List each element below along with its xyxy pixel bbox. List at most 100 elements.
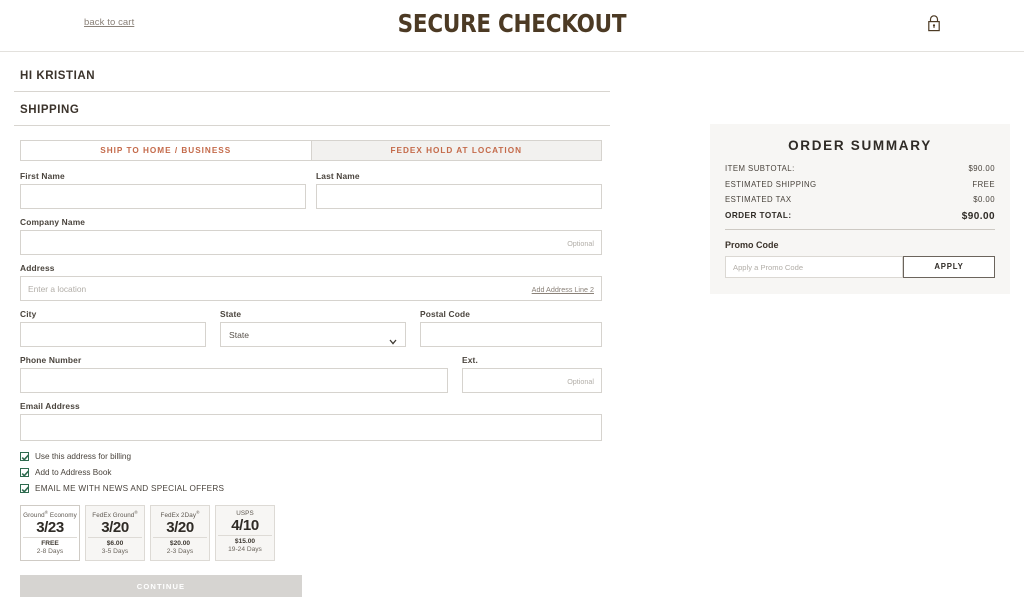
state-label: State bbox=[220, 309, 406, 319]
promo-code-label: Promo Code bbox=[725, 240, 995, 250]
page-title: SECURE CHECKOUT bbox=[72, 9, 953, 38]
email-row: Email Address bbox=[20, 401, 602, 441]
chevron-down-icon bbox=[389, 332, 396, 337]
shipping-option-ground-economy[interactable]: Ground® Economy 3/23 FREE 2-8 Days bbox=[20, 505, 80, 561]
shipping-option-date: 3/23 bbox=[23, 519, 77, 536]
shipping-option-days: 2-3 Days bbox=[153, 548, 207, 555]
shipping-option-carrier: FedEx Ground® bbox=[88, 510, 142, 519]
tab-fedex-hold-at-location[interactable]: FEDEX HOLD AT LOCATION bbox=[311, 140, 603, 161]
city-label: City bbox=[20, 309, 206, 319]
company-name-input[interactable]: Optional bbox=[20, 230, 602, 255]
city-field: City bbox=[20, 309, 206, 347]
summary-label: ESTIMATED SHIPPING bbox=[725, 180, 817, 189]
ext-optional-hint: Optional bbox=[567, 377, 594, 386]
summary-amount-total: $90.00 bbox=[962, 211, 995, 222]
city-state-zip-row: City State State Postal Code bbox=[20, 309, 602, 347]
address-label: Address bbox=[20, 263, 602, 273]
phone-number-input[interactable] bbox=[20, 368, 448, 393]
shipping-option-carrier: FedEx 2Day® bbox=[153, 510, 207, 519]
state-select[interactable]: State bbox=[220, 322, 406, 347]
company-name-label: Company Name bbox=[20, 217, 602, 227]
shipping-option-days: 2-8 Days bbox=[23, 548, 77, 555]
email-address-input[interactable] bbox=[20, 414, 602, 441]
add-address-line-2-link[interactable]: Add Address Line 2 bbox=[532, 285, 594, 294]
checkbox-label-address-book: Add to Address Book bbox=[35, 468, 111, 477]
first-name-input[interactable] bbox=[20, 184, 306, 209]
checkout-body: HI KRISTIAN SHIPPING SHIP TO HOME / BUSI… bbox=[0, 52, 1024, 603]
shipping-option-days: 3-5 Days bbox=[88, 548, 142, 555]
postal-code-label: Postal Code bbox=[420, 309, 602, 319]
checkmark-icon bbox=[20, 484, 29, 493]
checkout-left-column: HI KRISTIAN SHIPPING SHIP TO HOME / BUSI… bbox=[14, 68, 610, 603]
company-name-field: Company Name Optional bbox=[20, 217, 602, 255]
shipping-option-days: 19-24 Days bbox=[218, 546, 272, 553]
tab-ship-to-home[interactable]: SHIP TO HOME / BUSINESS bbox=[20, 140, 311, 161]
carrier-name: FedEx Ground bbox=[92, 512, 134, 519]
address-input[interactable]: Enter a location Add Address Line 2 bbox=[20, 276, 602, 301]
order-summary-panel: ORDER SUMMARY ITEM SUBTOTAL: $90.00 ESTI… bbox=[710, 124, 1010, 294]
address-field: Address Enter a location Add Address Lin… bbox=[20, 263, 602, 301]
shipping-option-price: $6.00 bbox=[88, 537, 142, 547]
shipping-option-carrier: Ground® Economy bbox=[23, 510, 77, 519]
address-placeholder: Enter a location bbox=[28, 284, 86, 294]
summary-amount: FREE bbox=[972, 180, 995, 189]
state-field: State State bbox=[220, 309, 406, 347]
order-summary-title: ORDER SUMMARY bbox=[725, 138, 995, 153]
company-name-optional-hint: Optional bbox=[567, 239, 594, 248]
summary-amount: $0.00 bbox=[973, 195, 995, 204]
ext-input[interactable]: Optional bbox=[462, 368, 602, 393]
checkbox-label-billing: Use this address for billing bbox=[35, 452, 131, 461]
summary-row-estimated-tax: ESTIMATED TAX $0.00 bbox=[725, 195, 995, 204]
phone-number-field: Phone Number bbox=[20, 355, 448, 393]
checkbox-add-to-address-book[interactable]: Add to Address Book bbox=[20, 468, 610, 477]
ext-field: Ext. Optional bbox=[462, 355, 602, 393]
summary-label-total: ORDER TOTAL: bbox=[725, 211, 792, 222]
company-row: Company Name Optional bbox=[20, 217, 602, 255]
summary-label: ESTIMATED TAX bbox=[725, 195, 792, 204]
postal-code-input[interactable] bbox=[420, 322, 602, 347]
postal-code-field: Postal Code bbox=[420, 309, 602, 347]
shipping-option-fedex-2day[interactable]: FedEx 2Day® 3/20 $20.00 2-3 Days bbox=[150, 505, 210, 561]
shipping-option-date: 3/20 bbox=[88, 519, 142, 536]
carrier-suffix: Economy bbox=[48, 512, 77, 519]
shipping-option-fedex-ground[interactable]: FedEx Ground® 3/20 $6.00 3-5 Days bbox=[85, 505, 145, 561]
shipping-section-heading: SHIPPING bbox=[14, 92, 610, 126]
summary-row-estimated-shipping: ESTIMATED SHIPPING FREE bbox=[725, 180, 995, 189]
promo-code-row: Apply a Promo Code APPLY bbox=[725, 256, 995, 278]
ext-label: Ext. bbox=[462, 355, 602, 365]
city-input[interactable] bbox=[20, 322, 206, 347]
shipping-method-tabs: SHIP TO HOME / BUSINESS FEDEX HOLD AT LO… bbox=[20, 140, 602, 161]
shipping-option-date: 4/10 bbox=[218, 517, 272, 534]
state-selected-value: State bbox=[229, 330, 249, 340]
promo-code-input[interactable]: Apply a Promo Code bbox=[725, 256, 903, 278]
registered-mark-icon: ® bbox=[134, 510, 137, 515]
carrier-name: Ground bbox=[23, 512, 45, 519]
continue-button[interactable]: CONTINUE bbox=[20, 575, 302, 597]
checkmark-icon bbox=[20, 468, 29, 477]
shipping-option-date: 3/20 bbox=[153, 519, 207, 536]
checkbox-email-offers[interactable]: EMAIL ME WITH NEWS AND SPECIAL OFFERS bbox=[20, 484, 610, 493]
carrier-name: FedEx 2Day bbox=[161, 512, 197, 519]
email-address-label: Email Address bbox=[20, 401, 602, 411]
checkmark-icon bbox=[20, 452, 29, 461]
shipping-option-price: $15.00 bbox=[218, 535, 272, 545]
last-name-field: Last Name bbox=[316, 171, 602, 209]
shipping-options: Ground® Economy 3/23 FREE 2-8 Days FedEx… bbox=[20, 505, 610, 561]
shipping-option-price: FREE bbox=[23, 537, 77, 547]
shipping-option-carrier: USPS bbox=[218, 510, 272, 517]
name-row: First Name Last Name bbox=[20, 171, 602, 209]
first-name-label: First Name bbox=[20, 171, 306, 181]
first-name-field: First Name bbox=[20, 171, 306, 209]
promo-code-placeholder: Apply a Promo Code bbox=[733, 263, 803, 272]
summary-row-order-total: ORDER TOTAL: $90.00 bbox=[725, 211, 995, 230]
phone-row: Phone Number Ext. Optional bbox=[20, 355, 602, 393]
last-name-input[interactable] bbox=[316, 184, 602, 209]
shipping-option-usps[interactable]: USPS 4/10 $15.00 19-24 Days bbox=[215, 505, 275, 561]
apply-promo-button[interactable]: APPLY bbox=[903, 256, 995, 278]
lock-icon[interactable] bbox=[926, 14, 942, 32]
shipping-address-form: First Name Last Name Company Name bbox=[20, 171, 602, 441]
checkbox-use-address-for-billing[interactable]: Use this address for billing bbox=[20, 452, 610, 461]
phone-number-label: Phone Number bbox=[20, 355, 448, 365]
checkbox-group: Use this address for billing Add to Addr… bbox=[20, 452, 610, 493]
summary-amount: $90.00 bbox=[968, 164, 995, 173]
